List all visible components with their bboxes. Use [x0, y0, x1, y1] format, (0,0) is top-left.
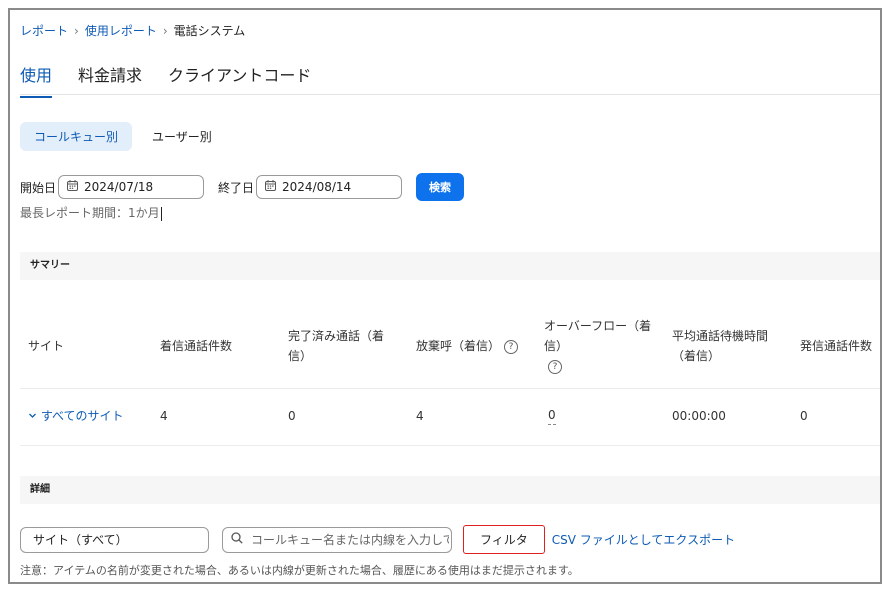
help-icon[interactable]: ?: [548, 359, 562, 374]
by-user-button[interactable]: ユーザー別: [138, 122, 226, 151]
start-date-value: 2024/07/18: [84, 180, 154, 194]
end-date-value: 2024/08/14: [282, 180, 352, 194]
details-filter-row: サイト（すべて） フィルタ CSV ファイルとしてエクスポート: [20, 525, 735, 554]
search-button[interactable]: 検索: [416, 173, 465, 201]
max-period-note: 最長レポート期間：1か月: [20, 204, 162, 221]
end-date-field[interactable]: 2024/08/14: [256, 175, 403, 199]
help-icon[interactable]: ?: [504, 339, 519, 354]
avg-wait-value: 00:00:00: [672, 409, 726, 423]
col-avg-wait-line1: 平均通話待機時間: [672, 329, 769, 343]
details-section-header: 詳細: [20, 476, 880, 504]
site-select[interactable]: サイト（すべて）: [20, 526, 209, 553]
summary-table: サイト 着信通話件数 完了済み通話（着 信） 放棄呼（着信）? オーバーフロー（…: [20, 306, 880, 446]
site-select-value: サイト（すべて）: [33, 533, 128, 547]
col-outgoing: 発信通話件数: [800, 339, 873, 353]
col-avg-wait-line2: （着信）: [672, 349, 721, 363]
calendar-icon: [265, 180, 277, 194]
breadcrumb: レポート › 使用レポート › 電話システム: [20, 22, 245, 39]
col-completed-line2: 信）: [288, 349, 313, 363]
by-call-queue-button[interactable]: コールキュー別: [20, 122, 133, 151]
tab-client-codes[interactable]: クライアントコード: [168, 62, 311, 98]
breadcrumb-separator: ›: [74, 23, 79, 38]
search-icon: [231, 532, 243, 547]
abandoned-value: 4: [416, 409, 424, 423]
tab-usage[interactable]: 使用: [20, 62, 53, 98]
date-range-row: 開始日 2024/07/18 終了日 2024/08/14 検索: [20, 173, 465, 201]
col-incoming: 着信通話件数: [160, 339, 233, 353]
breadcrumb-current: 電話システム: [173, 24, 246, 38]
max-period-text: 最長レポート期間：1か月: [20, 206, 160, 220]
col-overflow-line2: 信）: [544, 339, 569, 353]
breadcrumb-usage-reports-link[interactable]: 使用レポート: [85, 22, 157, 39]
export-csv-link[interactable]: CSV ファイルとしてエクスポート: [552, 531, 735, 548]
incoming-value: 4: [160, 409, 168, 423]
overflow-value[interactable]: 0: [548, 406, 556, 425]
col-completed-line1: 完了済み通話（着: [288, 329, 385, 343]
col-completed: 完了済み通話（着 信）: [288, 326, 384, 366]
col-overflow: オーバーフロー（着 信） ?: [544, 316, 651, 376]
col-avg-wait: 平均通話待機時間 （着信）: [672, 326, 768, 366]
tabs-divider: [20, 94, 880, 95]
start-date-field[interactable]: 2024/07/18: [58, 175, 205, 199]
start-date-label: 開始日: [20, 180, 57, 195]
col-site: サイト: [28, 339, 65, 353]
tab-billing[interactable]: 料金請求: [78, 62, 142, 98]
completed-value: 0: [288, 409, 296, 423]
breadcrumb-separator: ›: [162, 23, 168, 38]
col-abandoned: 放棄呼（着信）?: [416, 336, 519, 356]
breadcrumb-reports-link[interactable]: レポート: [20, 22, 68, 39]
chevron-down-icon: [28, 409, 37, 423]
end-date-label: 終了日: [218, 180, 255, 195]
report-window: レポート › 使用レポート › 電話システム 使用 料金請求 クライアントコード…: [8, 8, 882, 584]
search-field[interactable]: [222, 526, 452, 553]
outgoing-value: 0: [800, 409, 808, 423]
report-tabs: 使用 料金請求 クライアントコード: [20, 62, 337, 98]
summary-section-header: サマリー: [20, 252, 880, 280]
all-sites-link[interactable]: すべてのサイト: [41, 409, 124, 423]
table-row: すべてのサイト 4 0 4 0 00:00:00 0: [20, 389, 880, 446]
history-note: 注意：アイテムの名前が変更された場合、あるいは内線が更新された場合、履歴にある使…: [20, 564, 579, 577]
calendar-icon: [67, 180, 79, 194]
col-abandoned-label: 放棄呼（着信）: [416, 339, 501, 353]
filter-button[interactable]: フィルタ: [463, 525, 545, 554]
search-input[interactable]: [249, 531, 451, 548]
summary-table-header: サイト 着信通話件数 完了済み通話（着 信） 放棄呼（着信）? オーバーフロー（…: [20, 306, 880, 389]
site-expander[interactable]: すべてのサイト: [28, 406, 124, 426]
col-overflow-line1: オーバーフロー（着: [544, 319, 652, 333]
view-toggle: コールキュー別 ユーザー別: [20, 122, 226, 151]
text-cursor: [160, 206, 162, 221]
